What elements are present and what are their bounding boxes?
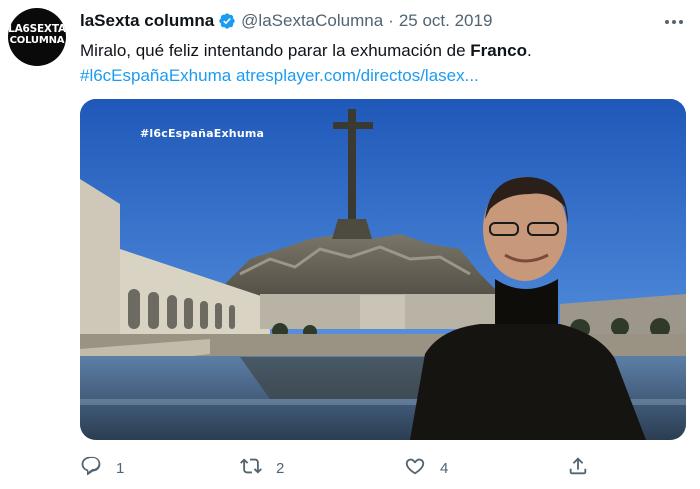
tweet-text-bold: Franco bbox=[470, 41, 527, 60]
like-button[interactable]: 4 bbox=[404, 456, 448, 480]
verified-badge-icon bbox=[218, 12, 236, 30]
share-button[interactable] bbox=[567, 456, 589, 480]
tweet-card[interactable]: LA6SEXTA COLUMNA laSexta columna @laSext… bbox=[0, 0, 700, 489]
more-options-icon[interactable] bbox=[660, 12, 688, 32]
tweet-actions: 1 2 4 bbox=[80, 456, 680, 480]
avatar[interactable]: LA6SEXTA COLUMNA bbox=[8, 8, 66, 66]
share-icon bbox=[567, 455, 589, 481]
tweet-text-part2: . bbox=[526, 41, 532, 60]
media-hashtag-overlay: #l6cEspañaExhuma bbox=[140, 127, 265, 140]
avatar-logo-line1: LA6SEXTA bbox=[8, 23, 66, 35]
header-separator: · bbox=[388, 11, 394, 30]
like-count: 4 bbox=[440, 459, 449, 477]
user-handle[interactable]: @laSextaColumna bbox=[241, 11, 383, 31]
tweet-date[interactable]: 25 oct. 2019 bbox=[399, 11, 493, 31]
display-name[interactable]: laSexta columna bbox=[80, 11, 214, 31]
reply-button[interactable]: 1 bbox=[80, 456, 124, 480]
tweet-header: laSexta columna @laSextaColumna · 25 oct… bbox=[80, 10, 492, 32]
tweet-text: Miralo, qué feliz intentando parar la ex… bbox=[80, 38, 680, 88]
avatar-logo: LA6SEXTA COLUMNA bbox=[8, 23, 66, 47]
tweet-text-part1: Miralo, qué feliz intentando parar la ex… bbox=[80, 41, 471, 60]
avatar-logo-line2: COLUMNA bbox=[9, 35, 65, 46]
retweet-button[interactable]: 2 bbox=[240, 456, 284, 480]
tweet-media-image[interactable]: #l6cEspañaExhuma bbox=[80, 99, 686, 440]
reply-icon bbox=[80, 455, 102, 481]
reply-count: 1 bbox=[116, 459, 125, 477]
hashtag-link[interactable]: #l6cEspañaExhuma bbox=[80, 66, 231, 85]
media-photo-scene bbox=[80, 99, 686, 440]
retweet-icon bbox=[240, 455, 262, 481]
retweet-count: 2 bbox=[276, 459, 285, 477]
url-link[interactable]: atresplayer.com/directos/lasex... bbox=[236, 66, 479, 85]
like-icon bbox=[404, 455, 426, 481]
